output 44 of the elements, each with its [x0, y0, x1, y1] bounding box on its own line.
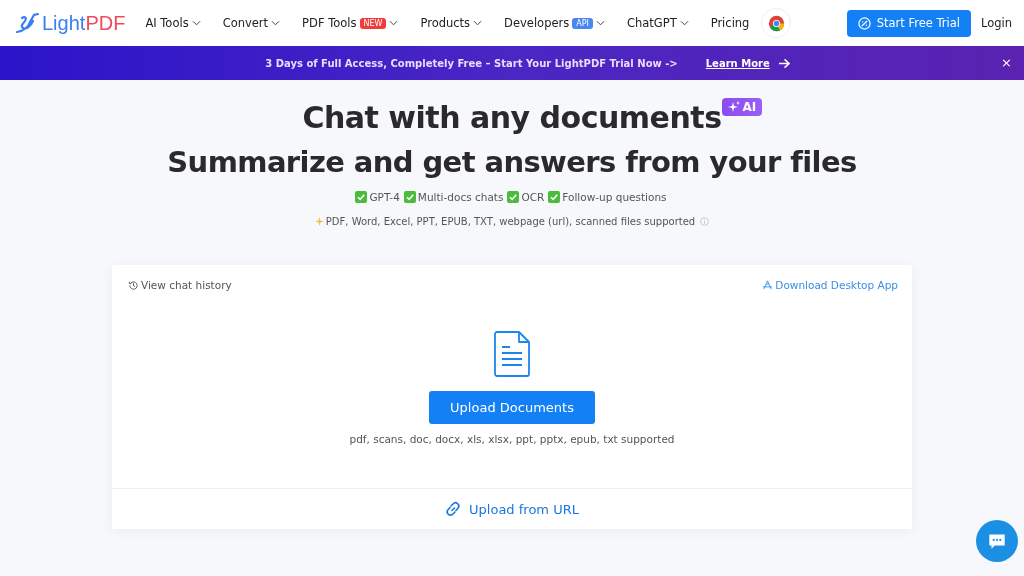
- formats-text: PDF, Word, Excel, PPT, EPUB, TXT, webpage (url), scanned files supported: [325, 216, 696, 227]
- chrome-extension-button[interactable]: [761, 8, 792, 38]
- start-free-trial-button[interactable]: Start Free Trial: [846, 9, 971, 37]
- check-icon: [403, 191, 416, 203]
- hero-subtitle: Summarize and get answers from your files: [167, 145, 857, 179]
- arrow-right-icon: [777, 57, 791, 69]
- chat-button[interactable]: [976, 520, 1018, 562]
- nav-badge: NEW: [359, 17, 387, 29]
- feature-text: Multi-docs chats: [417, 191, 504, 203]
- learn-more-link[interactable]: Learn More: [705, 57, 770, 69]
- nav-link[interactable]: Products: [420, 16, 471, 30]
- banner-text: 3 Days of Full Access, Completely Free – Start Your LightPDF Trial Now ->: [265, 57, 678, 69]
- sparkle-icon: [314, 217, 324, 226]
- feature-text: Follow-up questions: [562, 191, 667, 203]
- hero-title: Chat with any documents: [302, 100, 722, 135]
- chat-history-link[interactable]: View chat history: [141, 279, 232, 291]
- history-icon: [128, 279, 139, 291]
- check-icon: [507, 191, 520, 203]
- feature-text: OCR: [521, 191, 545, 203]
- feature-text: GPT-4: [369, 191, 400, 203]
- download-desktop-app-link[interactable]: Download Desktop App: [775, 279, 898, 291]
- nav-link[interactable]: AI Tools: [145, 16, 189, 30]
- chrome-logo-icon: [767, 14, 785, 32]
- nav-link[interactable]: Pricing: [710, 16, 750, 30]
- sparkle-icon: [727, 101, 740, 113]
- logo-text[interactable]: LightPDF: [42, 11, 126, 35]
- nav-link[interactable]: PDF Tools: [302, 16, 357, 30]
- check-icon: [548, 191, 561, 203]
- login-link[interactable]: Login: [980, 16, 1012, 30]
- nav-link[interactable]: ChatGPT: [626, 16, 677, 30]
- upload-from-url-link[interactable]: Upload from URL: [469, 501, 579, 517]
- nav-link[interactable]: Developers: [504, 16, 570, 30]
- document-icon: [494, 331, 530, 377]
- app-store-icon: [762, 279, 774, 291]
- supported-formats-text: pdf, scans, doc, docx, xls, xlsx, ppt, pptx, epub, txt supported: [349, 433, 675, 445]
- check-icon: [355, 191, 368, 203]
- discount-icon: [857, 16, 871, 30]
- link-icon: [445, 501, 462, 517]
- close-button[interactable]: ×: [1001, 55, 1012, 70]
- nav-link[interactable]: Convert: [222, 16, 269, 30]
- ai-badge: AI: [721, 98, 763, 116]
- upload-documents-button[interactable]: Upload Documents: [429, 391, 595, 424]
- nav-badge: API: [572, 17, 593, 29]
- logo-icon: [14, 12, 40, 34]
